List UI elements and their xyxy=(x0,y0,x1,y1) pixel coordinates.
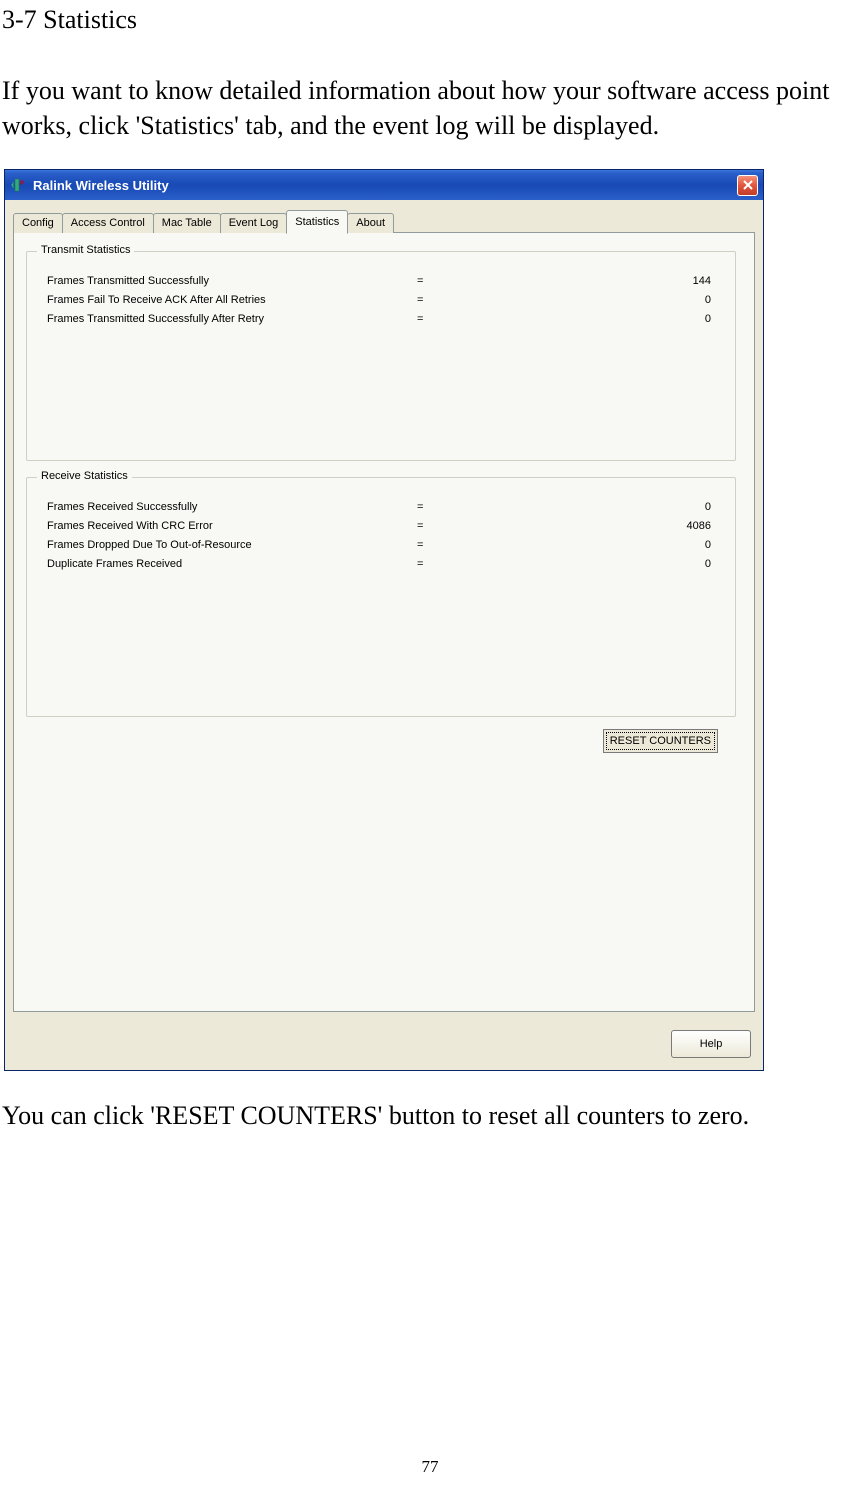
bottom-bar: Help xyxy=(5,1020,763,1070)
receive-group: Receive Statistics Frames Received Succe… xyxy=(26,477,736,717)
tab-access-control[interactable]: Access Control xyxy=(62,213,154,233)
stat-equals: = xyxy=(417,558,477,570)
tab-panel-statistics: Transmit Statistics Frames Transmitted S… xyxy=(13,232,755,1012)
stat-row: Frames Transmitted Successfully After Re… xyxy=(47,313,721,325)
close-button[interactable] xyxy=(737,175,758,196)
stat-label: Frames Transmitted Successfully xyxy=(47,275,417,287)
stat-value: 0 xyxy=(477,313,721,325)
app-icon: P xyxy=(11,177,27,193)
stat-value: 4086 xyxy=(477,520,721,532)
stat-value: 144 xyxy=(477,275,721,287)
stat-equals: = xyxy=(417,275,477,287)
stat-value: 0 xyxy=(477,558,721,570)
stat-label: Frames Transmitted Successfully After Re… xyxy=(47,313,417,325)
stat-equals: = xyxy=(417,313,477,325)
tab-mac-table[interactable]: Mac Table xyxy=(153,213,221,233)
tab-row: Config Access Control Mac Table Event Lo… xyxy=(13,210,755,233)
window-title: Ralink Wireless Utility xyxy=(33,178,737,193)
footer-paragraph: You can click 'RESET COUNTERS' button to… xyxy=(0,1101,860,1131)
tab-event-log[interactable]: Event Log xyxy=(220,213,288,233)
stat-row: Frames Received With CRC Error = 4086 xyxy=(47,520,721,532)
stat-label: Frames Dropped Due To Out-of-Resource xyxy=(47,539,417,551)
stat-row: Frames Received Successfully = 0 xyxy=(47,501,721,513)
tab-statistics[interactable]: Statistics xyxy=(286,210,348,234)
stat-value: 0 xyxy=(477,501,721,513)
stat-equals: = xyxy=(417,501,477,513)
page-number: 77 xyxy=(0,1457,860,1477)
stat-label: Duplicate Frames Received xyxy=(47,558,417,570)
stat-equals: = xyxy=(417,520,477,532)
help-button[interactable]: Help xyxy=(671,1030,751,1058)
stat-equals: = xyxy=(417,539,477,551)
tabs-container: Config Access Control Mac Table Event Lo… xyxy=(5,200,763,1020)
stat-equals: = xyxy=(417,294,477,306)
reset-counters-button[interactable]: RESET COUNTERS xyxy=(603,729,718,753)
app-window: P Ralink Wireless Utility Config Access … xyxy=(4,169,764,1071)
tab-config[interactable]: Config xyxy=(13,213,63,233)
transmit-group: Transmit Statistics Frames Transmitted S… xyxy=(26,251,736,461)
stat-row: Frames Transmitted Successfully = 144 xyxy=(47,275,721,287)
stat-row: Frames Fail To Receive ACK After All Ret… xyxy=(47,294,721,306)
intro-paragraph: If you want to know detailed information… xyxy=(0,73,860,143)
stat-value: 0 xyxy=(477,294,721,306)
tab-about[interactable]: About xyxy=(347,213,394,233)
stat-label: Frames Received With CRC Error xyxy=(47,520,417,532)
section-heading: 3-7 Statistics xyxy=(0,5,860,35)
title-bar: P Ralink Wireless Utility xyxy=(5,170,763,200)
receive-legend: Receive Statistics xyxy=(37,470,132,482)
stat-label: Frames Received Successfully xyxy=(47,501,417,513)
stat-value: 0 xyxy=(477,539,721,551)
svg-text:P: P xyxy=(20,181,24,187)
stat-label: Frames Fail To Receive ACK After All Ret… xyxy=(47,294,417,306)
transmit-legend: Transmit Statistics xyxy=(37,244,134,256)
stat-row: Frames Dropped Due To Out-of-Resource = … xyxy=(47,539,721,551)
stat-row: Duplicate Frames Received = 0 xyxy=(47,558,721,570)
